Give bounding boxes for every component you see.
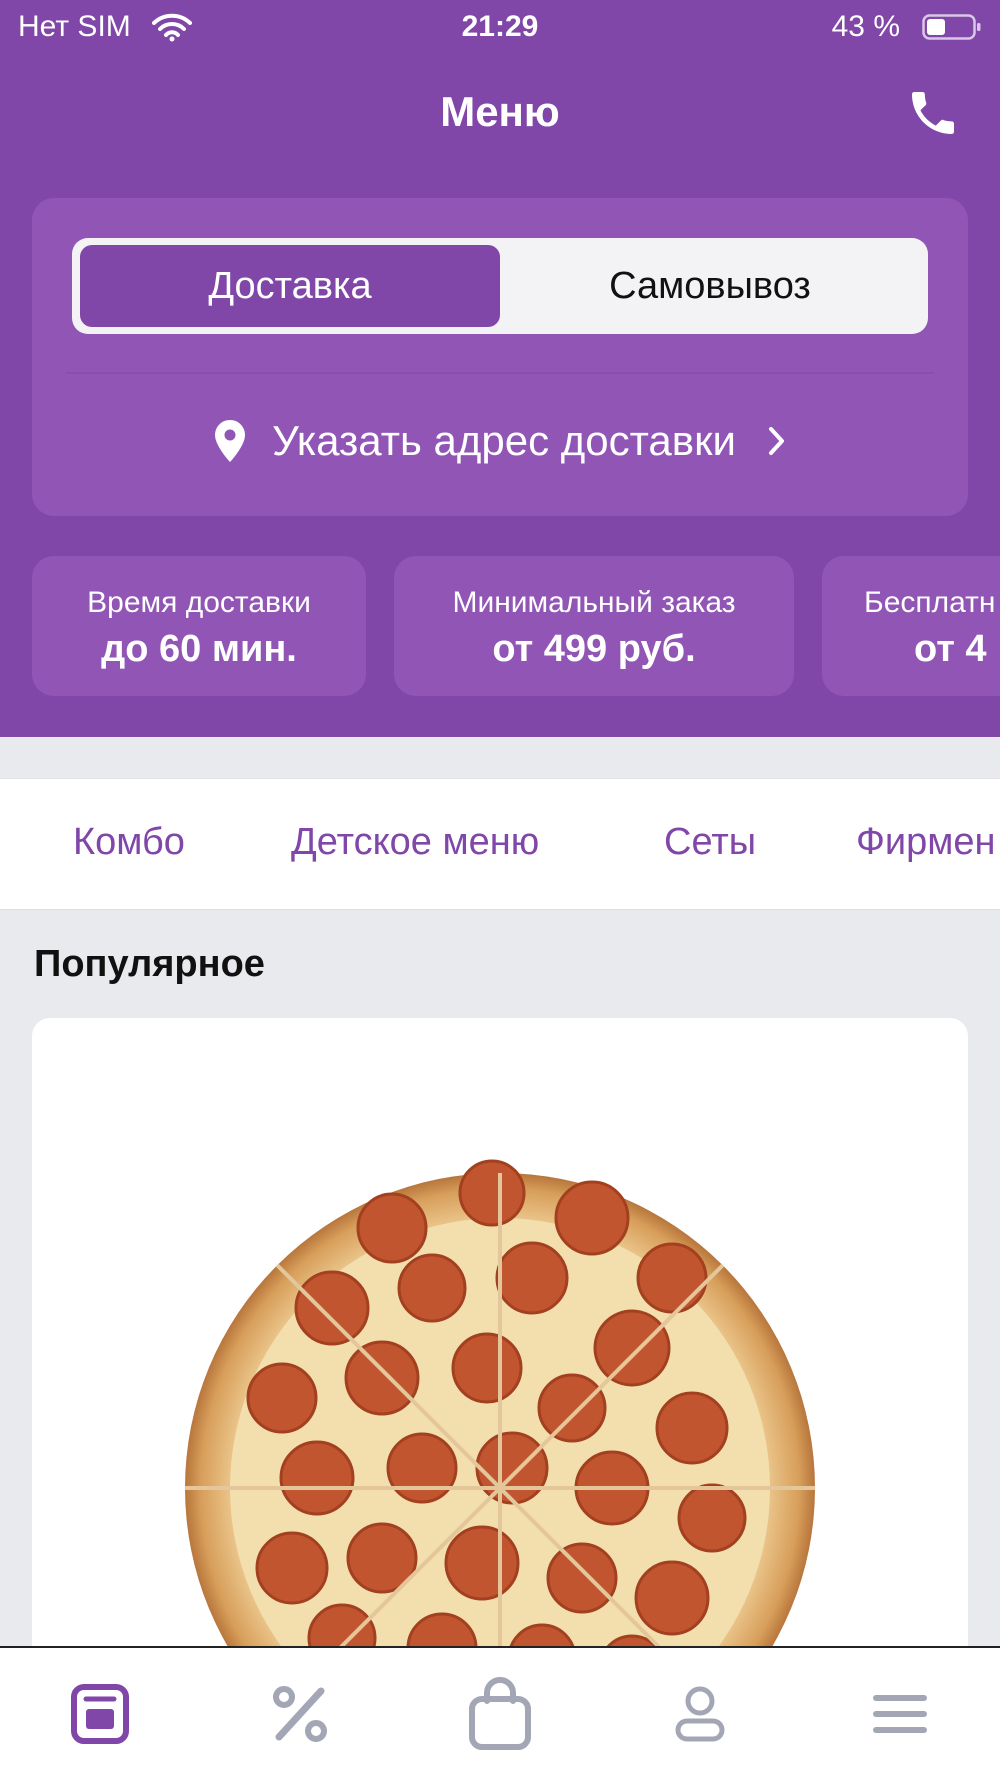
delivery-mode-switch: Доставка Самовывоз [72,238,928,334]
chip-label: Бесплатн [864,586,996,619]
chevron-right-icon [768,427,784,455]
tab-menu[interactable] [60,1674,140,1754]
chip-value: до 60 мин. [101,628,297,670]
tab-promotions[interactable] [260,1674,340,1754]
category-bar: Комбо Детское меню Сеты Фирмен [0,778,1000,910]
battery-percent: 43 % [831,10,900,43]
tab-profile[interactable] [660,1674,740,1754]
status-bar: Нет SIM 21:29 43 % [0,0,1000,56]
battery-icon [922,14,981,40]
profile-icon [675,1686,725,1742]
location-pin-icon [215,420,246,462]
chip-value: от 4 [914,628,987,670]
tab-pickup[interactable]: Самовывоз [500,245,920,327]
menu-icon [71,1684,129,1744]
info-chips: Время доставки до 60 мин. Минимальный за… [0,556,1000,696]
delivery-card: Доставка Самовывоз Указать адрес доставк… [32,198,968,516]
chip-min-order: Минимальный заказ от 499 руб. [394,556,794,696]
header: Нет SIM 21:29 43 % Меню Доставка Самовыв… [0,0,1000,737]
page-title: Меню [440,88,560,135]
chip-delivery-time: Время доставки до 60 мин. [32,556,366,696]
address-label: Указать адрес доставки [272,417,736,464]
category-sets[interactable]: Сеты [664,821,756,864]
chip-free-delivery: Бесплатн от 4 [822,556,1000,696]
phone-icon[interactable] [905,85,961,141]
category-combo[interactable]: Комбо [73,821,185,864]
divider [66,372,934,374]
tab-more[interactable] [860,1674,940,1754]
category-kids-menu[interactable]: Детское меню [291,821,539,864]
percent-icon [273,1686,327,1742]
section-title: Популярное [34,943,265,985]
address-button[interactable]: Указать адрес доставки [32,408,968,474]
chip-label: Время доставки [87,586,311,619]
tab-bar [0,1646,1000,1778]
hamburger-icon [873,1695,927,1733]
tab-delivery[interactable]: Доставка [80,245,500,327]
tab-cart[interactable] [460,1674,540,1754]
chip-value: от 499 руб. [492,628,696,670]
chip-label: Минимальный заказ [452,586,736,619]
bag-icon [469,1677,531,1750]
category-signature[interactable]: Фирмен [856,821,996,864]
